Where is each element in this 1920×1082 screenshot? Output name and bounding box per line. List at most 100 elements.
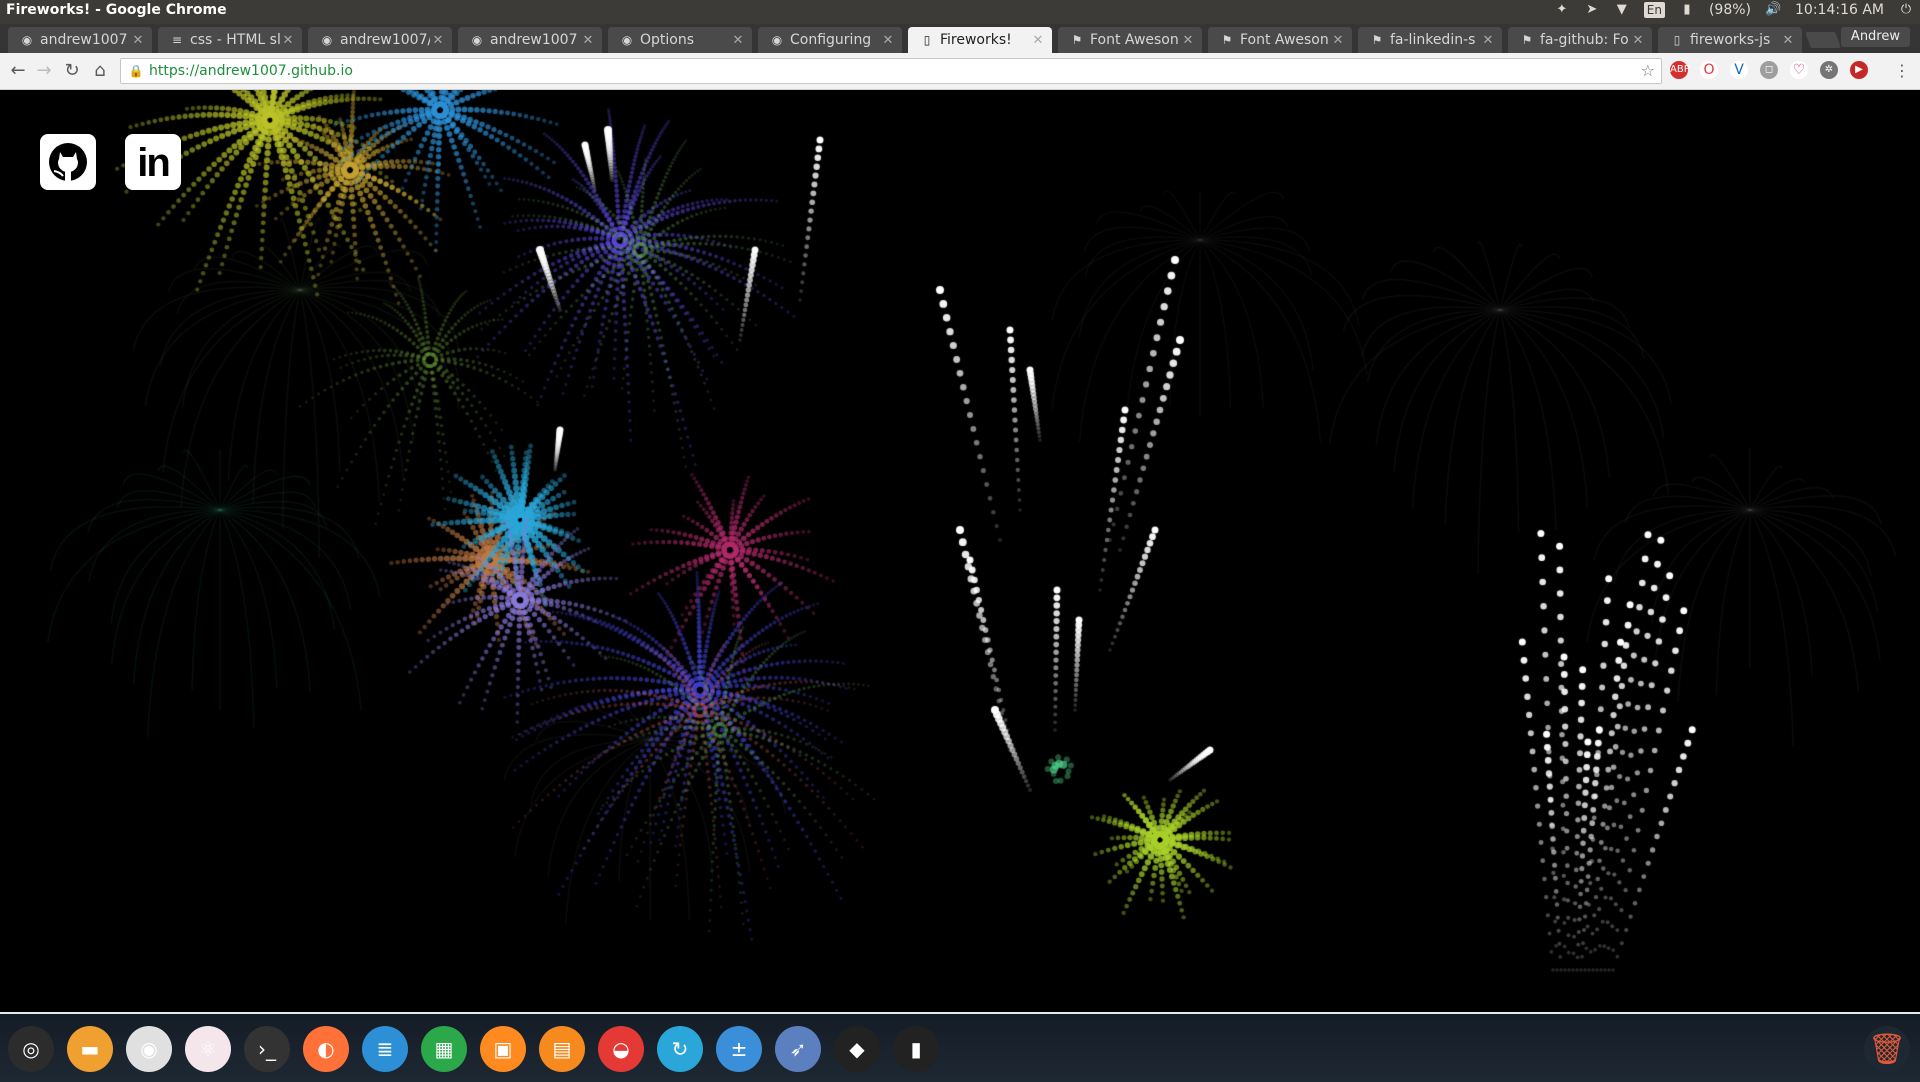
writer-icon[interactable]: ≣ (362, 1026, 408, 1072)
window-title: Fireworks! - Google Chrome (6, 2, 227, 18)
update-icon[interactable]: ↻ (657, 1026, 703, 1072)
menu-icon[interactable]: ⋮ (1894, 61, 1910, 80)
extension-icon[interactable]: ◻ (1760, 61, 1778, 79)
impress-icon[interactable]: ▣ (480, 1026, 526, 1072)
volume-icon[interactable]: 🔊 (1765, 2, 1781, 18)
tab-4[interactable]: ◉ Options ✕ (608, 27, 752, 53)
battery-icon[interactable]: ▮ (1679, 2, 1695, 18)
github-link[interactable] (40, 134, 96, 190)
adblock-icon[interactable]: ABP (1670, 61, 1690, 79)
reload-icon[interactable]: ↻ (62, 61, 82, 81)
github-icon: ◉ (621, 33, 633, 47)
browser-toolbar: ← → ↻ ⌂ 🔒 https://andrew1007.github.io ☆… (0, 53, 1920, 90)
tab-title: fa-github: Fo (1540, 32, 1629, 48)
battery-percent[interactable]: (98%) (1709, 2, 1751, 18)
close-icon[interactable]: ✕ (1030, 33, 1046, 48)
tab-2[interactable]: ◉ andrew1007/✕ (308, 27, 452, 53)
back-icon[interactable]: ← (8, 61, 28, 81)
pocket-icon[interactable]: ♡ (1790, 61, 1808, 79)
page-icon: ▯ (1673, 33, 1681, 47)
launcher-dock: ◎ ▬ ◉ ⚛ ›_ ◐ ≣ ▦ ▣ ▤ ◒ ↻ ± ➶ ◆ ▮ 🗑 (0, 1012, 1920, 1082)
close-icon[interactable]: ✕ (280, 33, 296, 48)
linkedin-icon: in (137, 141, 171, 185)
extensions-area: ABP O V ◻ ♡ ✲ ▶ (1670, 61, 1868, 79)
github-icon: ◉ (471, 33, 483, 47)
tab-10[interactable]: ⚑ fa-github: Fo ✕ (1508, 27, 1652, 53)
calc-icon[interactable]: ▦ (421, 1026, 467, 1072)
new-tab-button[interactable] (1805, 32, 1841, 48)
close-icon[interactable]: ✕ (1480, 33, 1496, 48)
tab-title: css - HTML sl (190, 32, 280, 48)
fireworks-canvas[interactable] (0, 90, 1920, 1012)
fontawesome-icon: ⚑ (1371, 33, 1383, 47)
tab-11[interactable]: ▯ fireworks-js ✕ (1658, 27, 1802, 53)
tab-7[interactable]: ⚑ Font Aweson ✕ (1058, 27, 1202, 53)
tab-1[interactable]: ≡ css - HTML sl ✕ (158, 27, 302, 53)
close-icon[interactable]: ✕ (430, 33, 446, 48)
browser-icon[interactable]: ➶ (775, 1026, 821, 1072)
profile-button[interactable]: Andrew (1840, 27, 1910, 47)
bookmark-star-icon[interactable]: ☆ (1641, 61, 1655, 80)
tab-title: Options (640, 32, 695, 48)
tab-3[interactable]: ◉ andrew1007 ✕ (458, 27, 602, 53)
atom-icon[interactable]: ⚛ (185, 1026, 231, 1072)
wifi-icon[interactable]: ▼ (1614, 2, 1630, 18)
tab-title: Font Aweson (1240, 32, 1329, 48)
fontawesome-icon: ⚑ (1521, 33, 1533, 47)
tab-5[interactable]: ◉ Configuring ✕ (758, 27, 902, 53)
keyboard-layout[interactable]: En (1643, 2, 1665, 18)
url-text[interactable]: https://andrew1007.github.io (149, 63, 353, 79)
tab-title: Fireworks! (940, 32, 1012, 48)
close-icon[interactable]: ✕ (1180, 33, 1196, 48)
dropbox-icon[interactable]: ✦ (1554, 2, 1570, 18)
tab-0[interactable]: ◉ andrew1007 ✕ (8, 27, 152, 53)
address-bar[interactable]: 🔒 https://andrew1007.github.io ☆ (120, 58, 1662, 84)
github-icon: ◉ (771, 33, 783, 47)
trash-icon[interactable]: 🗑 (1864, 1026, 1910, 1072)
software-center-icon[interactable]: ▤ (539, 1026, 585, 1072)
chrome-icon[interactable]: ◉ (126, 1026, 172, 1072)
close-icon[interactable]: ✕ (880, 33, 896, 48)
forward-icon[interactable]: → (34, 61, 54, 81)
calculator-icon[interactable]: ± (716, 1026, 762, 1072)
home-icon[interactable]: ⌂ (90, 61, 110, 81)
system-tray: ✦ ➤ ▼ En ▮ (98%) 🔊 10:14:16 AM ⏻ (1554, 2, 1914, 18)
github-icon (49, 143, 87, 181)
close-icon[interactable]: ✕ (1780, 33, 1796, 48)
close-icon[interactable]: ✕ (580, 33, 596, 48)
github-icon: ◉ (321, 33, 333, 47)
stackoverflow-icon: ≡ (171, 33, 183, 47)
tab-title: andrew1007 (40, 32, 128, 48)
gimp-icon[interactable]: ◆ (834, 1026, 880, 1072)
telegram-icon[interactable]: ➤ (1584, 2, 1600, 18)
tab-9[interactable]: ⚑ fa-linkedin-s ✕ (1358, 27, 1502, 53)
close-icon[interactable]: ✕ (130, 33, 146, 48)
lock-icon: 🔒 (128, 64, 144, 78)
tab-title: Configuring (790, 32, 872, 48)
opera-vpn-icon[interactable]: O (1700, 61, 1718, 79)
settings-icon[interactable]: ◒ (598, 1026, 644, 1072)
tab-title: fa-linkedin-s (1390, 32, 1476, 48)
tab-8[interactable]: ⚑ Font Aweson ✕ (1208, 27, 1352, 53)
tab-title: fireworks-js (1690, 32, 1771, 48)
files-icon[interactable]: ▬ (67, 1026, 113, 1072)
close-icon[interactable]: ✕ (1330, 33, 1346, 48)
ubuntu-icon[interactable]: ◎ (8, 1026, 54, 1072)
close-icon[interactable]: ✕ (1630, 33, 1646, 48)
puzzle-icon[interactable]: ✲ (1820, 61, 1838, 79)
power-icon[interactable]: ⏻ (1898, 2, 1914, 18)
tab-6[interactable]: ▯ Fireworks! ✕ (908, 27, 1052, 53)
close-icon[interactable]: ✕ (730, 33, 746, 48)
terminal-icon[interactable]: ›_ (244, 1026, 290, 1072)
tab-title: andrew1007 (490, 32, 578, 48)
firefox-icon[interactable]: ◐ (303, 1026, 349, 1072)
linkedin-link[interactable]: in (125, 134, 181, 190)
tab-strip: ◉ andrew1007 ✕ ≡ css - HTML sl ✕ ◉ andrew1007/✕… (0, 24, 1920, 53)
youtube-icon[interactable]: ▶ (1850, 61, 1868, 79)
vue-devtools-icon[interactable]: V (1730, 61, 1748, 79)
fontawesome-icon: ⚑ (1071, 33, 1083, 47)
tab-title: andrew1007/ (340, 32, 430, 48)
clock[interactable]: 10:14:16 AM (1795, 2, 1884, 18)
usb-icon[interactable]: ▮ (893, 1026, 939, 1072)
fontawesome-icon: ⚑ (1221, 33, 1233, 47)
